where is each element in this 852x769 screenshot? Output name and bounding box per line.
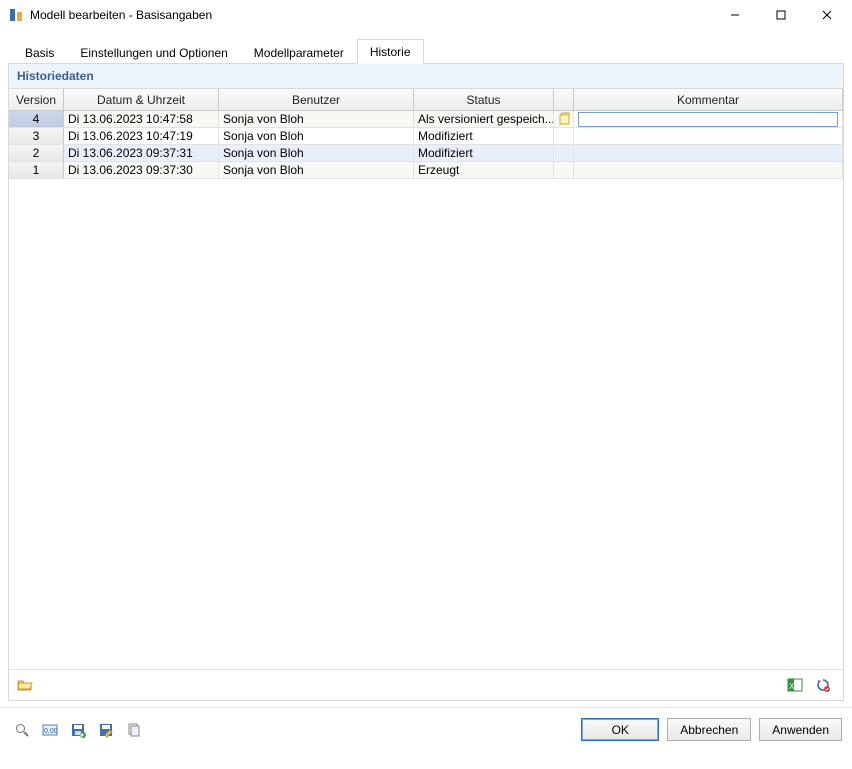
cell-kommentar[interactable] bbox=[574, 111, 843, 128]
clipboard-icon bbox=[126, 722, 142, 738]
excel-icon: X bbox=[787, 677, 803, 693]
cell-datum: Di 13.06.2023 09:37:30 bbox=[64, 162, 219, 179]
grid-body: 4 Di 13.06.2023 10:47:58 Sonja von Bloh … bbox=[9, 111, 843, 669]
history-grid: Version Datum & Uhrzeit Benutzer Status … bbox=[8, 89, 844, 701]
cell-status: Als versioniert gespeich... bbox=[414, 111, 554, 128]
table-row[interactable]: 2 Di 13.06.2023 09:37:31 Sonja von Bloh … bbox=[9, 145, 843, 162]
col-header-benutzer[interactable]: Benutzer bbox=[219, 89, 414, 110]
tab-label: Historie bbox=[370, 45, 411, 59]
window-controls bbox=[712, 0, 850, 30]
apply-button[interactable]: Anwenden bbox=[759, 718, 842, 741]
col-header-status[interactable]: Status bbox=[414, 89, 554, 110]
grid-header-row: Version Datum & Uhrzeit Benutzer Status … bbox=[9, 89, 843, 111]
floppy-edit-icon bbox=[98, 722, 114, 738]
units-button[interactable]: 0,00 bbox=[38, 719, 62, 741]
cell-benutzer: Sonja von Bloh bbox=[219, 128, 414, 145]
cell-status: Erzeugt bbox=[414, 162, 554, 179]
tab-einstellungen[interactable]: Einstellungen und Optionen bbox=[67, 40, 240, 64]
section-header: Historiedaten bbox=[8, 64, 844, 89]
reset-icon bbox=[815, 677, 831, 693]
copy-button[interactable] bbox=[122, 719, 146, 741]
cell-version: 2 bbox=[9, 145, 64, 162]
window-title: Modell bearbeiten - Basisangaben bbox=[30, 8, 712, 22]
tab-basis[interactable]: Basis bbox=[12, 40, 67, 64]
col-header-icon[interactable] bbox=[554, 89, 574, 110]
cell-version: 4 bbox=[9, 111, 64, 128]
minimize-button[interactable] bbox=[712, 0, 758, 30]
dialog-footer: 0,00 OK Abbrechen Anwenden bbox=[0, 707, 852, 751]
cell-kommentar[interactable] bbox=[574, 162, 843, 179]
tabstrip: Basis Einstellungen und Optionen Modellp… bbox=[8, 38, 844, 64]
cell-benutzer: Sonja von Bloh bbox=[219, 111, 414, 128]
save-as-button[interactable] bbox=[94, 719, 118, 741]
kommentar-input[interactable] bbox=[578, 112, 838, 127]
cell-datum: Di 13.06.2023 10:47:19 bbox=[64, 128, 219, 145]
grid-toolbar: X bbox=[9, 669, 843, 700]
cell-datum: Di 13.06.2023 09:37:31 bbox=[64, 145, 219, 162]
note-icon bbox=[557, 112, 571, 126]
floppy-icon bbox=[70, 722, 86, 738]
table-row[interactable]: 4 Di 13.06.2023 10:47:58 Sonja von Bloh … bbox=[9, 111, 843, 128]
magnifier-icon bbox=[14, 722, 30, 738]
ok-button[interactable]: OK bbox=[581, 718, 659, 741]
tab-label: Basis bbox=[25, 46, 54, 60]
cell-benutzer: Sonja von Bloh bbox=[219, 162, 414, 179]
reset-button[interactable] bbox=[811, 674, 835, 696]
maximize-button[interactable] bbox=[758, 0, 804, 30]
cell-status: Modifiziert bbox=[414, 145, 554, 162]
titlebar: Modell bearbeiten - Basisangaben bbox=[0, 0, 852, 30]
cell-kommentar[interactable] bbox=[574, 128, 843, 145]
app-icon bbox=[8, 7, 24, 23]
cell-kommentar[interactable] bbox=[574, 145, 843, 162]
cell-note-icon bbox=[554, 111, 574, 128]
section-title: Historiedaten bbox=[17, 69, 94, 83]
col-header-datum[interactable]: Datum & Uhrzeit bbox=[64, 89, 219, 110]
open-folder-button[interactable] bbox=[13, 674, 37, 696]
table-row[interactable]: 1 Di 13.06.2023 09:37:30 Sonja von Bloh … bbox=[9, 162, 843, 179]
cell-note-icon bbox=[554, 162, 574, 179]
cell-note-icon bbox=[554, 128, 574, 145]
save-button[interactable] bbox=[66, 719, 90, 741]
cell-status: Modifiziert bbox=[414, 128, 554, 145]
cell-note-icon bbox=[554, 145, 574, 162]
export-excel-button[interactable]: X bbox=[783, 674, 807, 696]
folder-open-icon bbox=[17, 677, 33, 693]
table-row[interactable]: 3 Di 13.06.2023 10:47:19 Sonja von Bloh … bbox=[9, 128, 843, 145]
tab-label: Modellparameter bbox=[254, 46, 344, 60]
help-button[interactable] bbox=[10, 719, 34, 741]
close-button[interactable] bbox=[804, 0, 850, 30]
decimal-icon: 0,00 bbox=[42, 722, 58, 738]
col-header-version[interactable]: Version bbox=[9, 89, 64, 110]
cell-version: 3 bbox=[9, 128, 64, 145]
cancel-button[interactable]: Abbrechen bbox=[667, 718, 751, 741]
svg-text:X: X bbox=[789, 682, 795, 691]
cell-datum: Di 13.06.2023 10:47:58 bbox=[64, 111, 219, 128]
cell-benutzer: Sonja von Bloh bbox=[219, 145, 414, 162]
cell-version: 1 bbox=[9, 162, 64, 179]
tab-modellparameter[interactable]: Modellparameter bbox=[241, 40, 357, 64]
tab-label: Einstellungen und Optionen bbox=[80, 46, 227, 60]
tab-historie[interactable]: Historie bbox=[357, 39, 424, 64]
svg-text:0,00: 0,00 bbox=[44, 728, 58, 735]
col-header-kommentar[interactable]: Kommentar bbox=[574, 89, 843, 110]
